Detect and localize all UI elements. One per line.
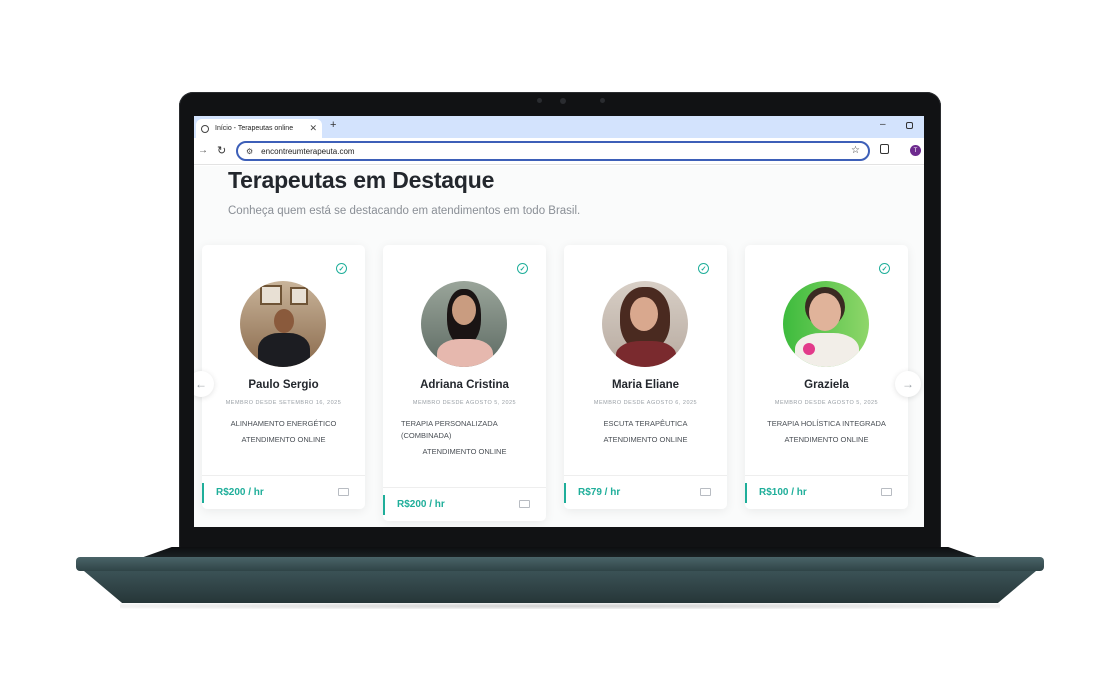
- extensions-icon[interactable]: [880, 144, 889, 154]
- avatar: [421, 281, 507, 367]
- url-text: encontreumterapeuta.com: [261, 146, 355, 156]
- price-accent-bar: [564, 483, 566, 503]
- price: R$200 / hr: [216, 487, 264, 498]
- check-circle-icon: ✓: [517, 263, 528, 274]
- laptop-base: [76, 547, 1044, 605]
- check-circle-icon: ✓: [698, 263, 709, 274]
- price-accent-bar: [745, 483, 747, 503]
- camera-lens: [560, 98, 566, 104]
- message-icon[interactable]: [881, 488, 892, 496]
- avatar: [240, 281, 326, 367]
- page-subtitle: Conheça quem está se destacando em atend…: [228, 205, 581, 217]
- card-footer: R$200 / hr: [383, 487, 546, 521]
- page-content: Terapeutas em Destaque Conheça quem está…: [194, 166, 924, 527]
- laptop-screen: Início - Terapeutas online ✕ + – → ↻ ⚙ e…: [194, 116, 924, 527]
- price: R$79 / hr: [578, 487, 621, 498]
- message-icon[interactable]: [519, 500, 530, 508]
- therapist-card[interactable]: ✓ Graziela MEMBRO DESDE AGOSTO 5, 2025 T…: [745, 245, 908, 509]
- price: R$200 / hr: [397, 499, 445, 510]
- price-accent-bar: [202, 483, 204, 503]
- therapist-card[interactable]: ✓ Adriana Cristina MEMBRO DESDE AGOSTO 5…: [383, 245, 546, 521]
- camera-sensor-dot: [600, 98, 605, 103]
- bookmark-star-icon[interactable]: ☆: [851, 145, 860, 156]
- laptop-shadow: [120, 603, 1000, 609]
- profile-avatar[interactable]: T: [910, 145, 921, 156]
- address-bar[interactable]: ⚙ encontreumterapeuta.com ☆: [236, 141, 870, 161]
- message-icon[interactable]: [700, 488, 711, 496]
- member-since: MEMBRO DESDE SETEMBRO 16, 2025: [225, 400, 342, 406]
- therapist-name[interactable]: Graziela: [745, 379, 908, 391]
- therapist-card[interactable]: ✓ Maria Eliane MEMBRO DESDE AGOSTO 6, 20…: [564, 245, 727, 509]
- camera-sensor-dot: [537, 98, 542, 103]
- therapist-card[interactable]: ✓ Paulo Sergio MEMBRO DESDE SETEMBRO 16,…: [202, 245, 365, 509]
- therapist-name[interactable]: Adriana Cristina: [383, 379, 546, 391]
- message-icon[interactable]: [338, 488, 349, 496]
- price-accent-bar: [383, 495, 385, 515]
- restore-window-button[interactable]: [906, 122, 913, 129]
- reload-icon[interactable]: ↻: [217, 144, 226, 157]
- site-settings-icon[interactable]: ⚙: [246, 147, 253, 156]
- minimize-window-button[interactable]: –: [880, 119, 886, 130]
- check-circle-icon: ✓: [879, 263, 890, 274]
- member-since: MEMBRO DESDE AGOSTO 5, 2025: [774, 400, 879, 406]
- arrow-left-icon: ←: [195, 377, 207, 391]
- therapist-name[interactable]: Maria Eliane: [564, 379, 727, 391]
- carousel-next-button[interactable]: →: [895, 371, 921, 397]
- card-footer: R$100 / hr: [745, 475, 908, 509]
- member-since: MEMBRO DESDE AGOSTO 5, 2025: [412, 400, 517, 406]
- specialty: TERAPIA PERSONALIZADA (COMBINADA): [401, 419, 498, 440]
- page-title: Terapeutas em Destaque: [228, 167, 495, 193]
- new-tab-button[interactable]: +: [330, 119, 336, 131]
- card-footer: R$200 / hr: [202, 475, 365, 509]
- therapist-name[interactable]: Paulo Sergio: [202, 379, 365, 391]
- price: R$100 / hr: [759, 487, 807, 498]
- card-footer: R$79 / hr: [564, 475, 727, 509]
- service-mode: ATENDIMENTO ONLINE: [241, 435, 326, 444]
- specialty: ALINHAMENTO ENERGÉTICO: [230, 419, 337, 428]
- service-mode: ATENDIMENTO ONLINE: [422, 447, 507, 456]
- member-since: MEMBRO DESDE AGOSTO 6, 2025: [593, 400, 698, 406]
- check-circle-icon: ✓: [336, 263, 347, 274]
- laptop-base-bottom: [84, 571, 1036, 603]
- avatar: [602, 281, 688, 367]
- browser-tab-bar: Início - Terapeutas online ✕ + –: [194, 116, 924, 138]
- service-mode: ATENDIMENTO ONLINE: [784, 435, 869, 444]
- browser-tab[interactable]: Início - Terapeutas online ✕: [196, 119, 322, 138]
- laptop-base-top: [76, 557, 1044, 571]
- specialty: ESCUTA TERAPÊUTICA: [603, 419, 688, 428]
- forward-icon[interactable]: →: [198, 145, 208, 156]
- browser-toolbar: → ↻ ⚙ encontreumterapeuta.com ☆ T: [194, 138, 924, 165]
- specialty: TERAPIA HOLÍSTICA INTEGRADA: [767, 419, 886, 428]
- avatar: [783, 281, 869, 367]
- arrow-right-icon: →: [902, 377, 914, 391]
- tab-title: Início - Terapeutas online: [215, 125, 294, 132]
- close-tab-icon[interactable]: ✕: [309, 123, 317, 134]
- globe-icon: [201, 124, 209, 133]
- service-mode: ATENDIMENTO ONLINE: [603, 435, 688, 444]
